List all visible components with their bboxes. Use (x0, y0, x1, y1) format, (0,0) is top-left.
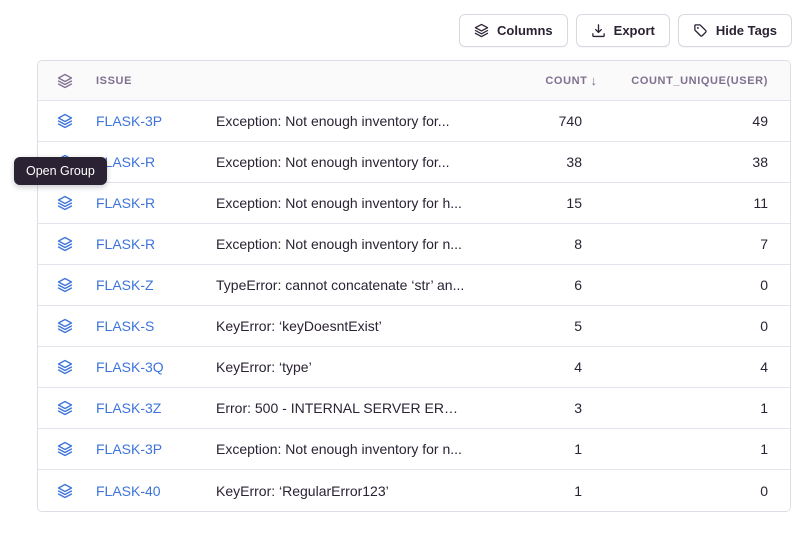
issue-title: KeyError: ‘keyDoesntExist’ (216, 318, 480, 334)
issue-stack-icon (38, 483, 96, 499)
tooltip-label: Open Group (26, 164, 95, 178)
count-value: 38 (480, 154, 600, 170)
issue-title: TypeError: cannot concatenate ‘str’ an..… (216, 277, 480, 293)
issue-link[interactable]: FLASK-Z (96, 277, 216, 293)
header-count-label: COUNT (545, 75, 587, 87)
count-unique-value: 49 (600, 113, 790, 129)
table-row[interactable]: FLASK-3Z Error: 500 - INTERNAL SERVER ER… (38, 388, 790, 429)
issue-link[interactable]: FLASK-3P (96, 113, 216, 129)
header-issue[interactable]: ISSUE (96, 75, 216, 87)
issue-stack-icon (38, 113, 96, 129)
issue-stack-header-icon (38, 73, 96, 89)
table-row[interactable]: FLASK-3P Exception: Not enough inventory… (38, 101, 790, 142)
count-unique-value: 4 (600, 359, 790, 375)
table-toolbar: Columns Export Hide Tags (459, 14, 792, 47)
table-body: FLASK-3P Exception: Not enough inventory… (38, 101, 790, 511)
count-unique-value: 11 (600, 195, 790, 211)
hide-tags-button[interactable]: Hide Tags (678, 14, 792, 47)
issue-title: KeyError: ‘type’ (216, 359, 480, 375)
issue-title: Exception: Not enough inventory for h... (216, 195, 480, 211)
count-value: 5 (480, 318, 600, 334)
tag-icon (693, 23, 708, 38)
issue-link[interactable]: FLASK-3Q (96, 359, 216, 375)
header-count-unique[interactable]: COUNT_UNIQUE(USER) (600, 75, 790, 87)
issue-link[interactable]: FLASK-3Z (96, 400, 216, 416)
issue-link[interactable]: FLASK-S (96, 318, 216, 334)
issue-title: Exception: Not enough inventory for n... (216, 236, 480, 252)
issue-stack-icon (38, 195, 96, 211)
issue-stack-icon (38, 400, 96, 416)
issue-link[interactable]: FLASK-R (96, 154, 216, 170)
sort-desc-icon[interactable]: ↓ (591, 73, 598, 88)
count-unique-value: 0 (600, 318, 790, 334)
count-value: 8 (480, 236, 600, 252)
count-unique-value: 1 (600, 441, 790, 457)
count-unique-value: 38 (600, 154, 790, 170)
issue-link[interactable]: FLASK-3P (96, 441, 216, 457)
issue-stack-icon (38, 359, 96, 375)
issue-title: KeyError: ‘RegularError123’ (216, 483, 480, 499)
count-unique-value: 0 (600, 483, 790, 499)
issue-stack-icon (38, 441, 96, 457)
count-unique-value: 7 (600, 236, 790, 252)
issue-title: Exception: Not enough inventory for... (216, 113, 480, 129)
table-row[interactable]: FLASK-S KeyError: ‘keyDoesntExist’ 5 0 (38, 306, 790, 347)
columns-button-label: Columns (497, 23, 553, 38)
header-count[interactable]: COUNT ↓ (480, 73, 600, 88)
count-value: 740 (480, 113, 600, 129)
count-value: 3 (480, 400, 600, 416)
issues-table: ISSUE COUNT ↓ COUNT_UNIQUE(USER) FLASK-3… (37, 60, 791, 512)
issue-stack-icon (38, 236, 96, 252)
count-value: 6 (480, 277, 600, 293)
issue-link[interactable]: FLASK-40 (96, 483, 216, 499)
issue-stack-icon (38, 277, 96, 293)
issues-table-page: Columns Export Hide Tags (0, 0, 807, 538)
open-group-tooltip: Open Group (14, 157, 107, 185)
count-value: 1 (480, 441, 600, 457)
issue-title: Exception: Not enough inventory for n... (216, 441, 480, 457)
issue-title: Exception: Not enough inventory for... (216, 154, 480, 170)
table-row[interactable]: FLASK-Z TypeError: cannot concatenate ‘s… (38, 265, 790, 306)
issue-stack-icon (38, 318, 96, 334)
count-value: 15 (480, 195, 600, 211)
hide-tags-button-label: Hide Tags (716, 23, 777, 38)
issue-link[interactable]: FLASK-R (96, 195, 216, 211)
table-row[interactable]: FLASK-R Exception: Not enough inventory … (38, 183, 790, 224)
count-unique-value: 0 (600, 277, 790, 293)
columns-button[interactable]: Columns (459, 14, 568, 47)
table-row[interactable]: FLASK-R Exception: Not enough inventory … (38, 224, 790, 265)
count-value: 4 (480, 359, 600, 375)
export-button[interactable]: Export (576, 14, 670, 47)
table-row[interactable]: FLASK-40 KeyError: ‘RegularError123’ 1 0 (38, 470, 790, 511)
table-row[interactable]: FLASK-3Q KeyError: ‘type’ 4 4 (38, 347, 790, 388)
layers-icon (474, 23, 489, 38)
export-button-label: Export (614, 23, 655, 38)
table-row[interactable]: FLASK-R Exception: Not enough inventory … (38, 142, 790, 183)
issue-link[interactable]: FLASK-R (96, 236, 216, 252)
count-value: 1 (480, 483, 600, 499)
table-row[interactable]: FLASK-3P Exception: Not enough inventory… (38, 429, 790, 470)
count-unique-value: 1 (600, 400, 790, 416)
download-icon (591, 23, 606, 38)
issue-title: Error: 500 - INTERNAL SERVER ERROR (216, 400, 480, 416)
table-header-row: ISSUE COUNT ↓ COUNT_UNIQUE(USER) (38, 61, 790, 101)
